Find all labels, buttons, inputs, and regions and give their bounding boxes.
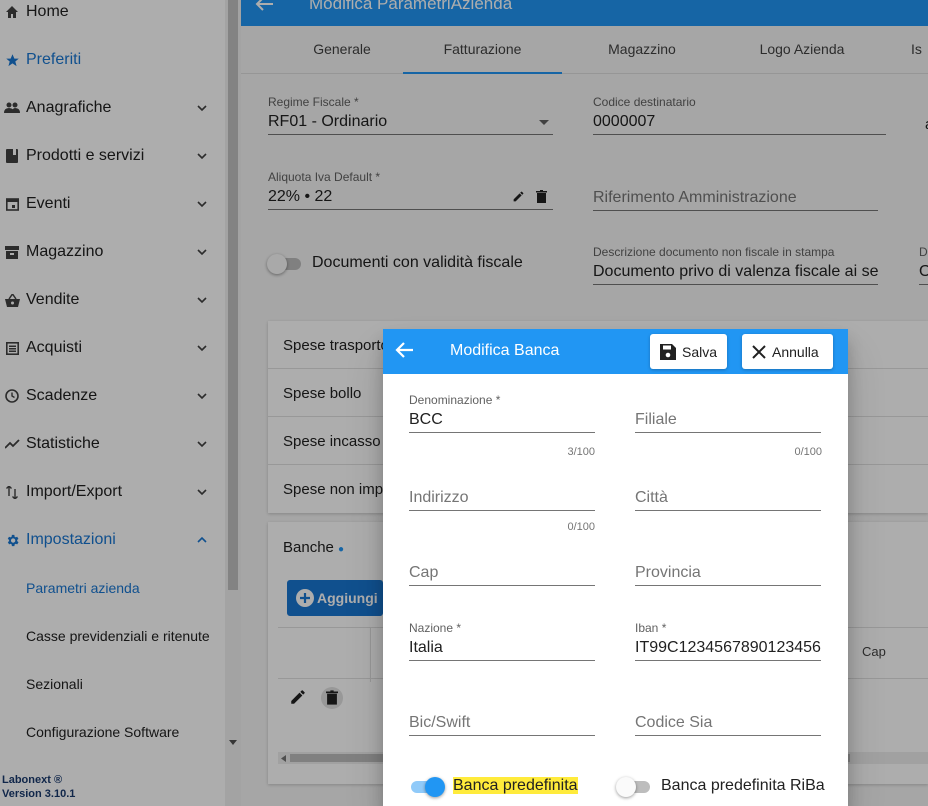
dialog-header: Modifica Banca Salva Annulla	[383, 329, 848, 374]
cancel-button[interactable]: Annulla	[742, 334, 833, 369]
modifica-banca-dialog: Modifica Banca Salva Annulla Denominazio…	[383, 329, 848, 806]
filiale-field[interactable]: Filiale	[635, 407, 821, 433]
dialog-title: Modifica Banca	[450, 342, 560, 359]
indirizzo-field[interactable]: Indirizzo	[409, 485, 595, 511]
save-button[interactable]: Salva	[650, 334, 727, 369]
banca-predefinita-label: Banca predefinita	[453, 777, 578, 794]
nazione-field[interactable]: Nazione * Italia	[409, 621, 595, 661]
citta-field[interactable]: Città	[635, 485, 821, 511]
denominazione-counter: 3/100	[567, 446, 595, 458]
save-icon	[660, 343, 676, 360]
banca-riba-label: Banca predefinita RiBa	[661, 777, 825, 794]
banca-predefinita-toggle[interactable]	[409, 776, 445, 797]
banca-riba-toggle[interactable]	[616, 776, 652, 797]
cap-field[interactable]: Cap	[409, 560, 595, 586]
provincia-field[interactable]: Provincia	[635, 560, 821, 586]
denominazione-field[interactable]: Denominazione * BCC	[409, 393, 595, 433]
codice-sia-field[interactable]: Codice Sia	[635, 710, 821, 736]
indirizzo-counter: 0/100	[567, 521, 595, 533]
close-icon	[752, 344, 766, 359]
iban-field[interactable]: Iban * IT99C1234567890123456	[635, 621, 821, 661]
back-arrow-icon[interactable]	[395, 341, 415, 359]
bic-swift-field[interactable]: Bic/Swift	[409, 710, 595, 736]
filiale-counter: 0/100	[794, 446, 822, 458]
